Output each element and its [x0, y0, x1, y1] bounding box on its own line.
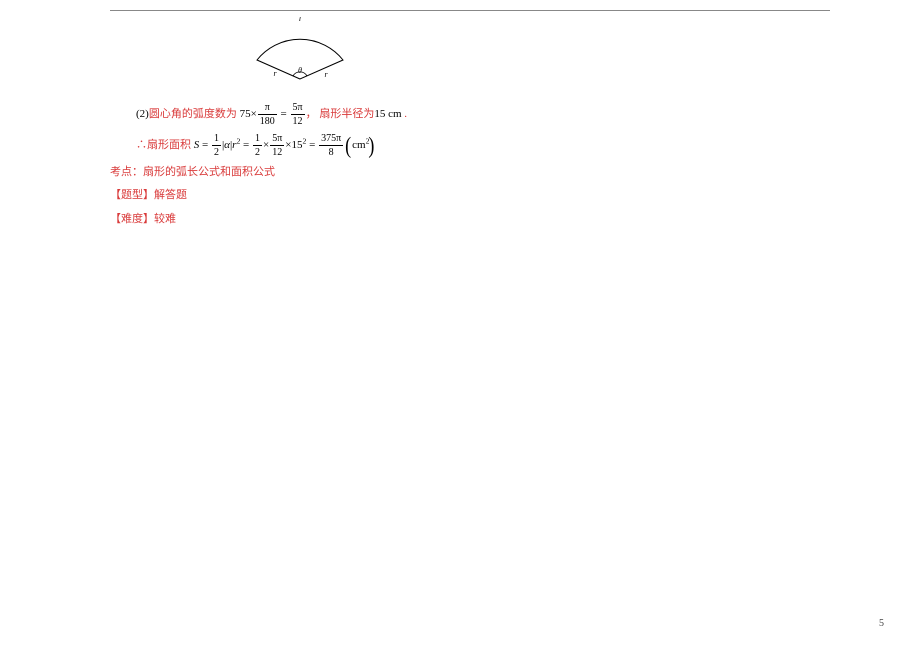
question-type-line: 【题型】解答题: [110, 187, 830, 205]
therefore-symbol: ∴: [136, 139, 147, 151]
keypoint-text: 扇形的弧长公式和面积公式: [143, 166, 275, 178]
seventy-five: 75: [240, 108, 251, 120]
frac-375pi-8: 375π8: [319, 133, 343, 158]
paren-open: (: [345, 133, 351, 156]
frac-5pi-12: 5π12: [291, 102, 305, 127]
difficulty-label: 【难度】: [110, 213, 154, 225]
unit-cm: cm: [352, 139, 365, 151]
fifteen: 15: [292, 139, 303, 151]
sector-diagram: l θ r r: [235, 17, 830, 94]
area-label: 扇形面积: [147, 139, 191, 151]
comma: ，: [306, 108, 317, 120]
radius-text: 扇形半径为: [319, 108, 374, 120]
radius-value: 15 cm: [374, 108, 401, 120]
qtype-label: 【题型】: [110, 189, 154, 201]
svg-text:θ: θ: [298, 66, 302, 75]
svg-text:r: r: [273, 69, 277, 78]
area-calculation-line: ∴扇形面积 S = 12|α|r2 = 12×5π12×152 = 375π8(…: [136, 133, 830, 158]
period: .: [404, 108, 407, 120]
difficulty-text: 较难: [154, 213, 176, 225]
angle-text-a: 圆心角的弧度数为: [149, 108, 237, 120]
qtype-text: 解答题: [154, 189, 187, 201]
keypoint-label: 考点：: [110, 166, 143, 178]
paren-close: ): [368, 133, 374, 156]
frac-pi-180: π180: [258, 102, 277, 127]
frac-5pi-12-b: 5π12: [270, 133, 284, 158]
frac-half-2: 12: [253, 133, 262, 158]
keypoint-line: 考点：扇形的弧长公式和面积公式: [110, 164, 830, 182]
frac-half-1: 12: [212, 133, 221, 158]
difficulty-line: 【难度】较难: [110, 211, 830, 229]
svg-text:r: r: [324, 70, 328, 79]
page-number: 5: [879, 616, 884, 632]
page-rule: [110, 10, 830, 11]
svg-text:l: l: [299, 17, 302, 23]
angle-conversion-line: (2)圆心角的弧度数为 75×π180 = 5π12 ， 扇形半径为15 cm …: [136, 102, 830, 127]
item-number: (2): [136, 108, 149, 120]
var-S: S: [194, 139, 200, 151]
